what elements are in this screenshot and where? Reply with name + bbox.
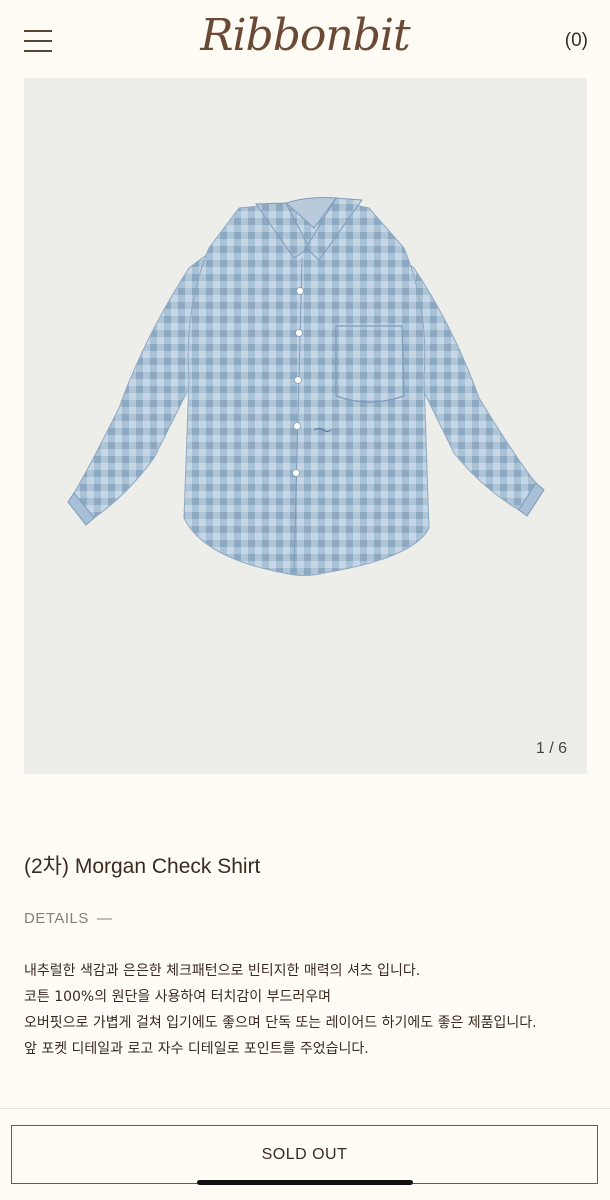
description-line: 코튼 100%의 원단을 사용하여 터치감이 부드러우며 (24, 989, 331, 1005)
top-header: Ribbonbit (0) (0, 0, 610, 80)
image-counter: 1 / 6 (535, 740, 567, 757)
description-line: 내추럴한 색감과 은은한 체크패턴으로 빈티지한 매력의 셔츠 입니다. (24, 963, 421, 979)
product-description: 내추럴한 색감과 은은한 체크패턴으로 빈티지한 매력의 셔츠 입니다. 코튼 … (24, 958, 590, 1062)
home-indicator[interactable] (197, 1180, 413, 1185)
product-title: (2차) Morgan Check Shirt (24, 855, 261, 878)
cart-button[interactable]: (0) (565, 30, 588, 52)
details-toggle[interactable]: DETAILS — (24, 910, 112, 927)
product-image (67, 197, 545, 576)
description-line: 앞 포켓 디테일과 로고 자수 디테일로 포인트를 주었습니다. (24, 1041, 369, 1057)
details-label: DETAILS (24, 910, 89, 927)
collapse-dash-icon: — (96, 910, 113, 927)
product-image-gallery[interactable]: 1 / 6 (24, 78, 587, 774)
description-line: 오버핏으로 가볍게 걸쳐 입기에도 좋으며 단독 또는 레이어드 하기에도 좋은… (24, 1015, 537, 1031)
sold-out-button[interactable]: SOLD OUT (11, 1125, 598, 1184)
brand-logo[interactable]: Ribbonbit (0, 10, 610, 61)
